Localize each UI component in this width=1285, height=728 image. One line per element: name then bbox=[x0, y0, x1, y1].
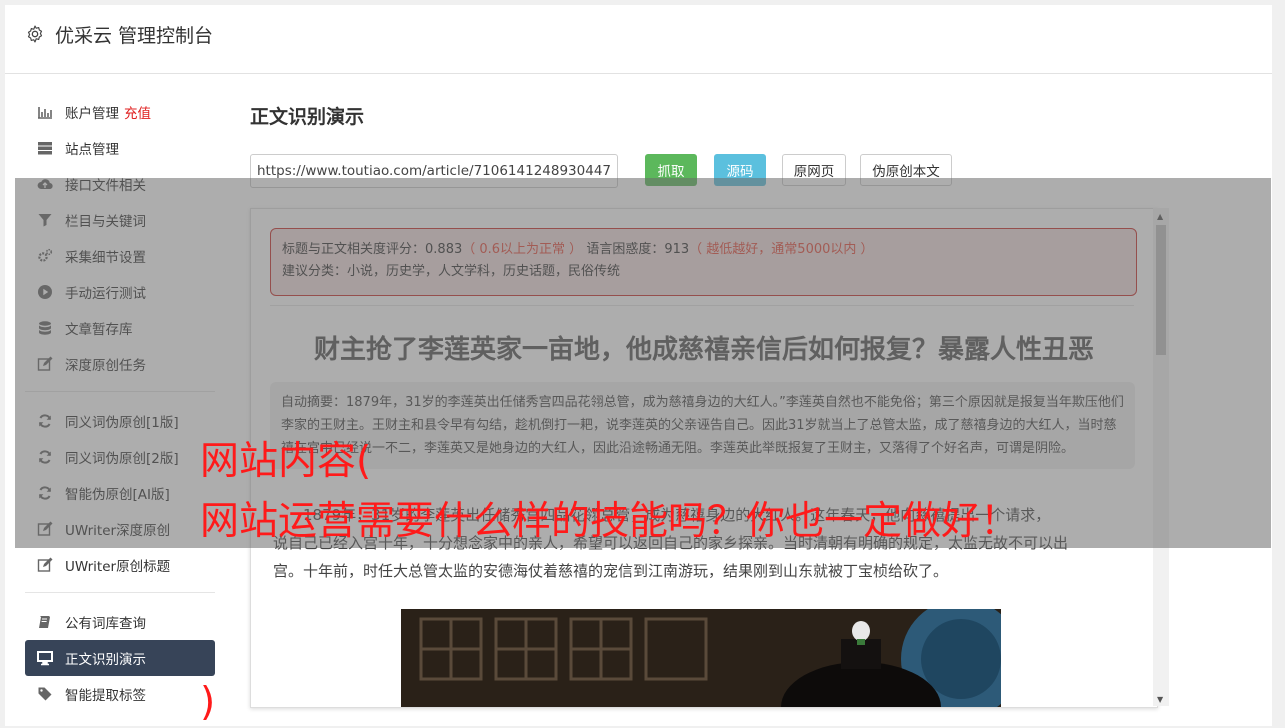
scrollbar-thumb[interactable] bbox=[1156, 225, 1166, 355]
sidebar-item-columns-keywords[interactable]: 栏目与关键词 bbox=[25, 202, 215, 238]
sidebar-item-synonym-v2[interactable]: 同义词伪原创[2版] bbox=[25, 439, 215, 475]
sidebar-item-label: 正文识别演示 bbox=[65, 652, 146, 668]
sidebar-item-label: 智能伪原创[AI版] bbox=[65, 487, 170, 503]
article-image bbox=[401, 609, 1001, 707]
sidebar-item-api-files[interactable]: 接口文件相关 bbox=[25, 166, 215, 202]
sidebar-item-label: 账户管理 bbox=[65, 106, 119, 122]
server-icon bbox=[36, 140, 53, 157]
sidebar-item-text-recognition[interactable]: 正文识别演示 bbox=[25, 640, 215, 676]
score-hint: （ 0.6以上为正常 ） bbox=[462, 242, 583, 257]
sidebar-nav: 账户管理 充值 站点管理 接口文件相关 栏目与关键词 采集细节设置 手动运行测试… bbox=[25, 94, 215, 712]
auto-summary: 自动摘要：1879年，31岁的李莲英出任储秀宫四品花翎总管，成为慈禧身边的大红人… bbox=[270, 382, 1135, 469]
tag-icon bbox=[36, 686, 53, 703]
bar-chart-icon bbox=[36, 104, 53, 121]
category-line: 建议分类：小说，历史学，人文学科，历史话题，民俗传统 bbox=[282, 261, 1125, 283]
recharge-link[interactable]: 充值 bbox=[124, 102, 151, 122]
sidebar-item-deep-original-task[interactable]: 深度原创任务 bbox=[25, 346, 215, 382]
score-label: 标题与正文相关度评分： bbox=[282, 242, 426, 257]
sidebar-item-label: 手动运行测试 bbox=[65, 286, 146, 302]
cogs-icon bbox=[36, 248, 53, 265]
sidebar-divider bbox=[25, 592, 215, 593]
overlay-caption-line1: 网站内容( bbox=[200, 439, 372, 484]
url-input[interactable] bbox=[250, 154, 618, 188]
sidebar-item-extract-tags[interactable]: 智能提取标签 bbox=[25, 676, 215, 712]
gear-icon bbox=[27, 25, 43, 43]
sidebar-divider bbox=[25, 391, 215, 392]
page-title: 正文识别演示 bbox=[250, 106, 365, 128]
sidebar-item-label: 采集细节设置 bbox=[65, 250, 146, 266]
category-values: 小说，历史学，人文学科，历史话题，民俗传统 bbox=[347, 264, 621, 279]
play-circle-icon bbox=[36, 284, 53, 301]
app-title: 优采云 管理控制台 bbox=[55, 25, 214, 47]
sidebar-item-public-lexicon[interactable]: 公有词库查询 bbox=[25, 604, 215, 640]
overlay-caption-line2: 网站运营需要什么样的技能吗？你也一定做好！ bbox=[200, 499, 1020, 544]
edit-icon bbox=[36, 521, 53, 538]
edit-icon bbox=[36, 356, 53, 373]
cloud-upload-icon bbox=[36, 176, 53, 193]
sidebar-item-label: 深度原创任务 bbox=[65, 358, 146, 374]
sidebar-item-label: 同义词伪原创[2版] bbox=[65, 451, 179, 467]
sidebar-item-label: 文章暂存库 bbox=[65, 322, 133, 338]
main-area: 正文识别演示 抓取 源码 原网页 伪原创本文 bbox=[250, 104, 1230, 188]
refresh-icon bbox=[36, 485, 53, 502]
sidebar-item-account[interactable]: 账户管理 充值 bbox=[25, 94, 215, 130]
sidebar-item-label: 站点管理 bbox=[65, 142, 119, 158]
sidebar-item-label: 栏目与关键词 bbox=[65, 214, 146, 230]
sidebar-item-uwriter-deep[interactable]: UWriter深度原创 bbox=[25, 511, 215, 547]
database-icon bbox=[36, 320, 53, 337]
scroll-down-arrow-icon[interactable]: ▼ bbox=[1157, 695, 1163, 704]
sidebar-item-label: UWriter深度原创 bbox=[65, 523, 171, 539]
category-label: 建议分类： bbox=[282, 264, 348, 279]
sidebar-item-ai-rewrite[interactable]: 智能伪原创[AI版] bbox=[25, 475, 215, 511]
confusion-value: 913 bbox=[664, 242, 690, 257]
original-page-button[interactable]: 原网页 bbox=[782, 154, 846, 186]
filter-icon bbox=[36, 212, 53, 229]
body-paragraph-line: 宫。十年前，时任大总管太监的安德海仗着慈禧的宠信到江南游玩，结果刚到山东就被丁宝… bbox=[273, 562, 949, 580]
result-document: 标题与正文相关度评分：0.883（ 0.6以上为正常 ） 语言困惑度：913（ … bbox=[250, 208, 1158, 708]
article-image-art bbox=[401, 609, 1001, 707]
overlay-caption-line3: ) bbox=[200, 680, 216, 725]
sidebar-item-article-store[interactable]: 文章暂存库 bbox=[25, 310, 215, 346]
score-line: 标题与正文相关度评分：0.883（ 0.6以上为正常 ） 语言困惑度：913（ … bbox=[282, 239, 1125, 261]
score-box: 标题与正文相关度评分：0.883（ 0.6以上为正常 ） 语言困惑度：913（ … bbox=[270, 228, 1137, 296]
score-value: 0.883 bbox=[425, 242, 463, 257]
book-icon bbox=[36, 614, 53, 631]
desktop-icon bbox=[36, 650, 53, 667]
sidebar-item-sites[interactable]: 站点管理 bbox=[25, 130, 215, 166]
sidebar-item-manual-test[interactable]: 手动运行测试 bbox=[25, 274, 215, 310]
app-header: 优采云 管理控制台 bbox=[5, 5, 1272, 74]
sidebar-item-label: 智能提取标签 bbox=[65, 688, 146, 704]
scroll-up-arrow-icon[interactable]: ▲ bbox=[1157, 212, 1163, 221]
source-button[interactable]: 源码 bbox=[714, 154, 766, 186]
edit-icon bbox=[36, 557, 53, 574]
confusion-hint: （ 越低越好，通常5000以内 ） bbox=[689, 242, 874, 257]
refresh-icon bbox=[36, 413, 53, 430]
fetch-button[interactable]: 抓取 bbox=[645, 154, 697, 186]
sidebar-item-label: 公有词库查询 bbox=[65, 616, 146, 632]
divider bbox=[270, 305, 1134, 306]
sidebar-item-collect-settings[interactable]: 采集细节设置 bbox=[25, 238, 215, 274]
document-scrollbar[interactable]: ▲ ▼ bbox=[1153, 208, 1169, 706]
sidebar-item-synonym-v1[interactable]: 同义词伪原创[1版] bbox=[25, 403, 215, 439]
article-title: 财主抢了李莲英家一亩地，他成慈禧亲信后如何报复？暴露人性丑恶 bbox=[313, 335, 1094, 365]
pseudo-original-button[interactable]: 伪原创本文 bbox=[860, 154, 952, 186]
sidebar-item-label: 同义词伪原创[1版] bbox=[65, 415, 179, 431]
url-toolbar: 抓取 源码 原网页 伪原创本文 bbox=[250, 154, 970, 188]
confusion-label: 语言困惑度： bbox=[586, 242, 665, 257]
sidebar-item-uwriter-title[interactable]: UWriter原创标题 bbox=[25, 547, 215, 583]
refresh-icon bbox=[36, 449, 53, 466]
sidebar-item-label: 接口文件相关 bbox=[65, 178, 146, 194]
sidebar-item-label: UWriter原创标题 bbox=[65, 559, 171, 575]
